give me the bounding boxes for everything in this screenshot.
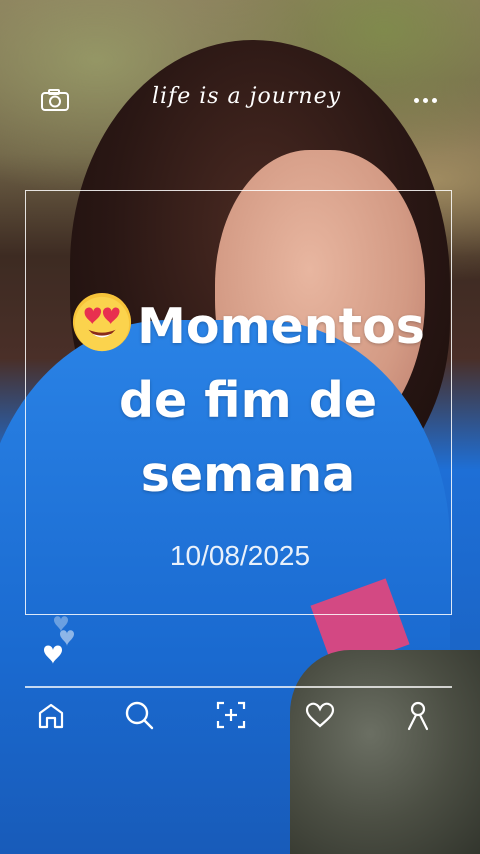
heart-icon[interactable]	[303, 697, 337, 733]
hearts-icon[interactable]	[40, 610, 80, 670]
search-icon[interactable]	[122, 697, 156, 733]
add-scan-icon[interactable]	[214, 697, 248, 733]
profile-icon[interactable]	[401, 697, 435, 733]
brand-title: life is a journey	[152, 84, 342, 109]
more-horizontal-icon[interactable]	[414, 98, 440, 104]
card-title-block: Momentos de fim de semana	[58, 290, 438, 512]
overlay: life is a journey Momentos de fim de sem…	[0, 0, 480, 854]
nav-divider	[25, 686, 452, 688]
heart-eyes-emoji-icon	[73, 292, 132, 352]
bottom-nav	[0, 697, 480, 737]
card-date: 10/08/2025	[169, 540, 311, 571]
camera-icon[interactable]	[40, 88, 70, 112]
screen: life is a journey Momentos de fim de sem…	[0, 0, 480, 854]
home-icon[interactable]	[34, 697, 68, 733]
card-title: Momentos de fim de semana	[118, 298, 425, 503]
